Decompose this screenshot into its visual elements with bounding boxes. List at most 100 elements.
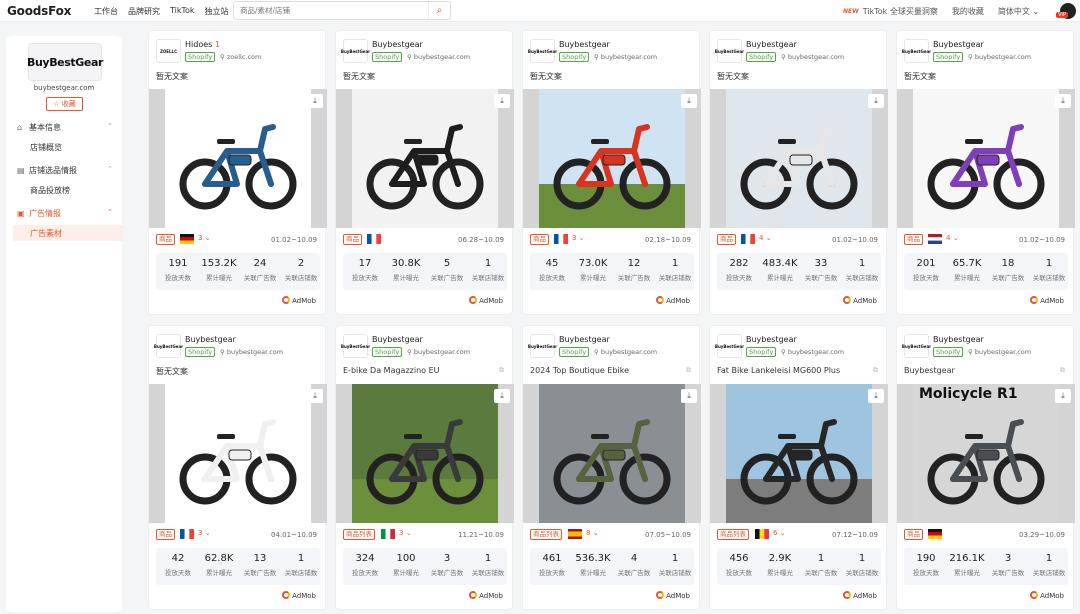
platform-badge: Shopify (933, 52, 964, 62)
download-icon[interactable]: ⤓ (494, 389, 510, 403)
country-count[interactable]: 3 ⌄ (572, 234, 585, 242)
country-flag-icon (755, 529, 769, 539)
brand-name[interactable]: Buybestgear (746, 335, 797, 344)
ad-card[interactable]: BuyBestGear Buybestgear Shopify ⚲ buybes… (335, 30, 514, 315)
my-favorites-link[interactable]: 我的收藏 (952, 6, 984, 17)
download-icon[interactable]: ⤓ (307, 94, 323, 108)
ad-card[interactable]: BuyBestGear Buybestgear Shopify ⚲ buybes… (896, 30, 1075, 315)
stat-value: 65.7K (952, 258, 982, 269)
shop-domain-link[interactable]: ⚲ zoellc.com (220, 53, 261, 61)
ad-card[interactable]: BuyBestGear Buybestgear Shopify ⚲ buybes… (896, 325, 1075, 610)
brand-name[interactable]: Buybestgear (746, 40, 797, 49)
ad-creative-image[interactable]: ⤓ (897, 89, 1075, 228)
brand-logo[interactable]: BuyBestGear (715, 334, 744, 358)
menu-item-ad-creatives[interactable]: 广告素材 (13, 225, 123, 241)
ad-card[interactable]: BuyBestGear Buybestgear Shopify ⚲ buybes… (709, 30, 888, 315)
brand-name[interactable]: Hidoes 1 (185, 40, 220, 49)
ad-card[interactable]: BuyBestGear Buybestgear Shopify ⚲ buybes… (148, 325, 327, 610)
tiktok-insight-link[interactable]: TikTok 全球买量洞察 (863, 6, 938, 17)
stat-label: 关联店铺数 (658, 274, 692, 282)
favorite-button[interactable]: ☆ 收藏 (46, 97, 83, 111)
country-count[interactable]: 4 ⌄ (759, 234, 772, 242)
shop-domain[interactable]: buybestgear.com (6, 84, 122, 92)
nav-item-independent-site[interactable]: 独立站 (205, 6, 229, 17)
ad-creative-image[interactable]: ⤓ (710, 384, 888, 523)
brand-logo[interactable]: BuyBestGear (341, 39, 370, 63)
ad-creative-image[interactable]: Molicycle R1 ⤓ (897, 384, 1075, 523)
menu-item-product-ranking[interactable]: 商品投放榜 (30, 185, 70, 196)
nav-item-workbench[interactable]: 工作台 (94, 6, 118, 17)
ad-creative-image[interactable]: ⤓ (710, 89, 888, 228)
copy-icon[interactable]: ⧉ (499, 366, 504, 375)
menu-group-basic-info[interactable]: ⌂ 基本信息 ⌃ (17, 122, 113, 133)
nav-item-brand-research[interactable]: 品牌研究 (128, 6, 160, 17)
brand-name[interactable]: Buybestgear (933, 335, 984, 344)
stats-panel: 191 投放天数 153.2K 累计曝光 24 关联广告数 2 关联店铺数 (156, 253, 320, 290)
shop-domain-link[interactable]: ⚲ buybestgear.com (220, 348, 283, 356)
shop-domain-link[interactable]: ⚲ buybestgear.com (594, 53, 657, 61)
brand-name[interactable]: Buybestgear (559, 335, 610, 344)
brand-logo[interactable]: BuyBestGear (528, 39, 557, 63)
platform-badge: Shopify (372, 347, 403, 357)
ad-creative-image[interactable]: ⤓ (336, 384, 514, 523)
brand-logo[interactable]: BuyBestGear (154, 334, 183, 358)
shop-domain-link[interactable]: ⚲ buybestgear.com (968, 53, 1031, 61)
ad-copy-text: 暂无文案 (156, 72, 188, 81)
download-icon[interactable]: ⤓ (1055, 389, 1071, 403)
brand-name[interactable]: Buybestgear (372, 335, 423, 344)
brand-logo[interactable]: BuyBestGear (715, 39, 744, 63)
country-count[interactable]: 6 ⌄ (773, 529, 786, 537)
shop-domain-link[interactable]: ⚲ buybestgear.com (781, 53, 844, 61)
ad-card[interactable]: BuyBestGear Buybestgear Shopify ⚲ buybes… (522, 30, 701, 315)
download-icon[interactable]: ⤓ (868, 389, 884, 403)
download-icon[interactable]: ⤓ (681, 94, 697, 108)
country-count[interactable]: 8 ⌄ (586, 529, 599, 537)
ad-creative-image[interactable]: ⤓ (149, 89, 327, 228)
brand-name[interactable]: Buybestgear (372, 40, 423, 49)
ad-card[interactable]: BuyBestGear Buybestgear Shopify ⚲ buybes… (709, 325, 888, 610)
app-logo[interactable]: GoodsFox (7, 4, 71, 18)
brand-logo[interactable]: BuyBestGear (902, 39, 931, 63)
brand-name[interactable]: Buybestgear (933, 40, 984, 49)
nav-item-tiktok[interactable]: TikTok (170, 6, 195, 17)
brand-name[interactable]: Buybestgear (185, 335, 236, 344)
menu-item-shop-overview[interactable]: 店铺概览 (30, 142, 62, 153)
country-count[interactable]: 3 ⌄ (198, 234, 211, 242)
shop-domain-link[interactable]: ⚲ buybestgear.com (968, 348, 1031, 356)
ad-creative-image[interactable]: ⤓ (149, 384, 327, 523)
brand-logo[interactable]: BuyBestGear (528, 334, 557, 358)
ad-card[interactable]: ZOELLC Hidoes 1 Shopify ⚲ zoellc.com 暂无文… (148, 30, 327, 315)
shop-domain-link[interactable]: ⚲ buybestgear.com (407, 348, 470, 356)
download-icon[interactable]: ⤓ (1055, 94, 1071, 108)
shop-domain-link[interactable]: ⚲ buybestgear.com (407, 53, 470, 61)
copy-icon[interactable]: ⧉ (1060, 366, 1065, 375)
brand-logo[interactable]: BuyBestGear (341, 334, 370, 358)
shop-domain-link[interactable]: ⚲ buybestgear.com (781, 348, 844, 356)
ad-creative-image[interactable]: ⤓ (523, 89, 701, 228)
country-count[interactable]: 4 ⌄ (946, 234, 959, 242)
brand-name[interactable]: Buybestgear (559, 40, 610, 49)
ad-creative-image[interactable]: ⤓ (336, 89, 514, 228)
download-icon[interactable]: ⤓ (494, 94, 510, 108)
search-input[interactable] (234, 2, 424, 19)
copy-icon[interactable]: ⧉ (873, 366, 878, 375)
download-icon[interactable]: ⤓ (681, 389, 697, 403)
stat-label: 累计曝光 (206, 274, 232, 282)
shop-domain-link[interactable]: ⚲ buybestgear.com (594, 348, 657, 356)
download-icon[interactable]: ⤓ (868, 94, 884, 108)
brand-logo[interactable]: BuyBestGear (902, 334, 931, 358)
menu-group-ad-intel[interactable]: ▣ 广告情报 ⌃ (17, 208, 113, 219)
country-count[interactable]: 3 ⌄ (399, 529, 412, 537)
stat-label: 投放天数 (352, 274, 378, 282)
copy-icon[interactable]: ⧉ (686, 366, 691, 375)
language-select[interactable]: 简体中文 ⌄ (998, 6, 1039, 17)
ad-card[interactable]: BuyBestGear Buybestgear Shopify ⚲ buybes… (335, 325, 514, 610)
menu-group-product-intel[interactable]: ▤ 店铺选品情报 ⌃ (17, 165, 113, 176)
country-count[interactable]: 3 ⌄ (198, 529, 211, 537)
store-icon: ▤ (17, 166, 25, 175)
ad-creative-image[interactable]: ⤓ (523, 384, 701, 523)
brand-logo[interactable]: ZOELLC (156, 39, 181, 63)
download-icon[interactable]: ⤓ (307, 389, 323, 403)
ad-card[interactable]: BuyBestGear Buybestgear Shopify ⚲ buybes… (522, 325, 701, 610)
search-icon[interactable]: ⌕ (428, 2, 450, 19)
